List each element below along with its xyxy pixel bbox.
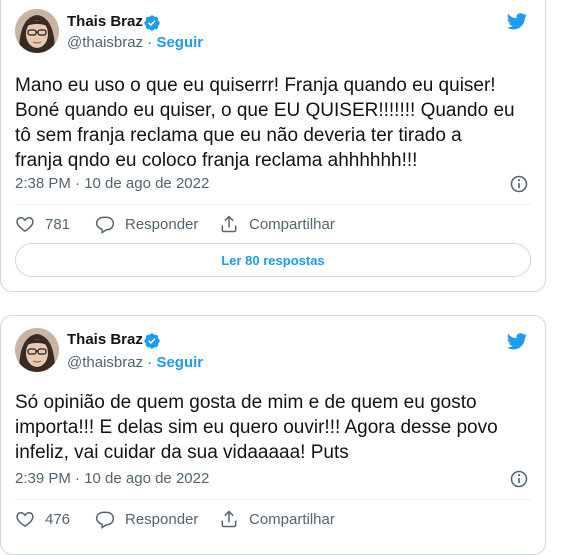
like-button[interactable]: 476 xyxy=(15,509,70,529)
avatar[interactable] xyxy=(15,9,59,53)
separator-dot: · xyxy=(147,354,153,371)
author-handle[interactable]: @thaisbraz xyxy=(67,354,143,371)
author-name[interactable]: Thais Braz xyxy=(67,13,143,30)
verified-badge-icon xyxy=(143,14,161,32)
author-name[interactable]: Thais Braz xyxy=(67,331,143,348)
avatar-image xyxy=(15,9,59,53)
heart-icon xyxy=(16,511,34,527)
avatar-image xyxy=(15,328,59,372)
reply-button[interactable]: Responder xyxy=(95,214,198,234)
share-button[interactable]: Compartilhar xyxy=(219,214,335,234)
like-button[interactable]: 781 xyxy=(15,214,70,234)
read-replies-button[interactable]: Ler 80 respostas xyxy=(15,243,531,277)
avatar[interactable] xyxy=(15,328,59,372)
handle-line: @thaisbraz · Seguir xyxy=(67,354,203,371)
verified-badge-icon xyxy=(143,332,161,350)
follow-button[interactable]: Seguir xyxy=(156,354,203,371)
author-handle[interactable]: @thaisbraz xyxy=(67,34,143,51)
separator-dot: · xyxy=(147,34,153,51)
info-icon[interactable] xyxy=(509,174,529,194)
follow-button[interactable]: Seguir xyxy=(156,34,203,51)
tweet-card: Thais Braz @thaisbraz · Seguir Só opiniã… xyxy=(0,315,546,555)
share-label: Compartilhar xyxy=(249,215,335,233)
tweet-actions: 476 Responder Compartilhar xyxy=(15,509,531,531)
info-icon[interactable] xyxy=(509,469,529,489)
share-button[interactable]: Compartilhar xyxy=(219,509,335,529)
reply-bubble-icon xyxy=(95,511,115,529)
tweet-actions: 781 Responder Compartilhar xyxy=(15,214,531,236)
twitter-bird-icon[interactable] xyxy=(505,11,529,31)
divider xyxy=(15,499,531,500)
tweet-timestamp[interactable]: 2:39 PM · 10 de ago de 2022 xyxy=(15,470,209,487)
divider xyxy=(15,204,531,205)
tweet-timestamp[interactable]: 2:38 PM · 10 de ago de 2022 xyxy=(15,175,209,192)
heart-icon xyxy=(16,216,34,232)
reply-label: Responder xyxy=(125,215,199,233)
handle-line: @thaisbraz · Seguir xyxy=(67,34,203,51)
twitter-bird-icon[interactable] xyxy=(505,331,529,351)
tweet-text: Só opinião de quem gosta de mim e de que… xyxy=(15,392,498,463)
tweet-card: Thais Braz @thaisbraz · Seguir Mano eu u… xyxy=(0,0,546,292)
reply-button[interactable]: Responder xyxy=(95,509,198,529)
tweet-text: Mano eu uso o que eu quiserrr! Franja qu… xyxy=(15,75,515,171)
reply-bubble-icon xyxy=(95,216,115,234)
share-icon xyxy=(221,510,237,528)
share-icon xyxy=(221,215,237,233)
like-count: 781 xyxy=(45,215,71,233)
